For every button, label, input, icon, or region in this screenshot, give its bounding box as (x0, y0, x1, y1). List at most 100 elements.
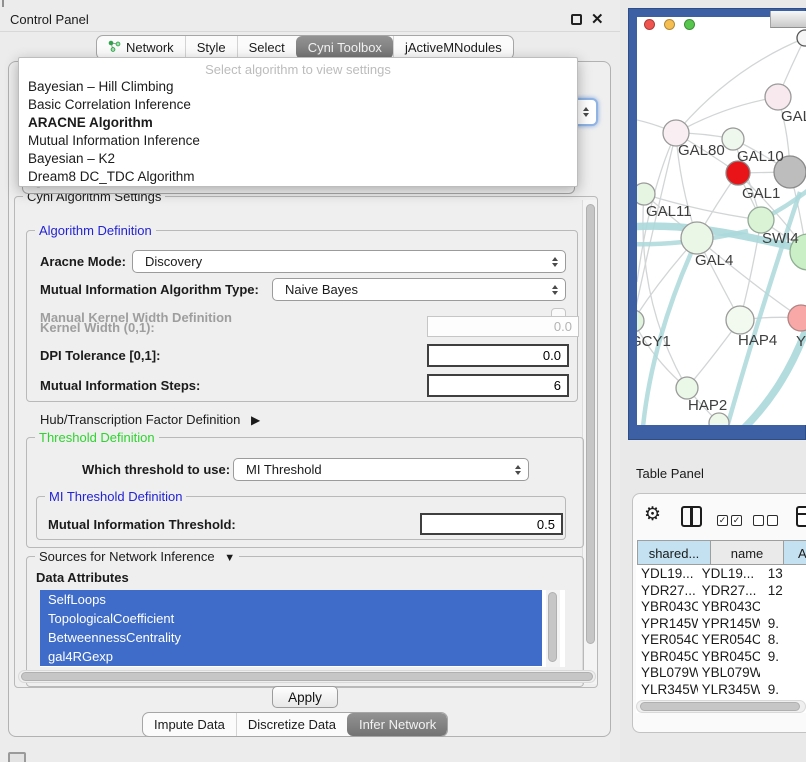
deselect-all-checkboxes-icon[interactable] (753, 512, 781, 527)
algorithm-option-bayesian-k2[interactable]: Bayesian – K2 (19, 150, 577, 168)
aracne-mode-label: Aracne Mode: (40, 254, 126, 269)
column-header-name[interactable]: name (710, 540, 784, 565)
dpi-tolerance-label: DPI Tolerance [0,1]: (40, 348, 160, 363)
table-cell[interactable] (760, 599, 806, 616)
table-cell[interactable]: YBL079W (637, 665, 698, 682)
network-icon (108, 40, 121, 55)
mi-threshold-field[interactable] (420, 513, 563, 535)
tab-jactivemnodules[interactable]: jActiveMNodules (393, 36, 513, 59)
attribute-item-selfloops[interactable]: SelfLoops (40, 590, 542, 609)
table-cell[interactable]: YPR145W (637, 616, 698, 633)
table-mode-icon[interactable] (796, 506, 806, 527)
table-cell[interactable]: YER054C (637, 632, 698, 649)
network-canvas[interactable]: GALGAL80GAL10GAL1SWI4GAL11GAL4GCY1HAP4YH… (637, 17, 806, 425)
table-cell[interactable]: YDR27... (698, 583, 760, 600)
mac-minimize-icon[interactable] (664, 19, 675, 30)
table-cell[interactable]: 9. (760, 616, 806, 633)
table-cell[interactable]: YDR27... (637, 583, 698, 600)
table-cell[interactable]: 12 (760, 583, 806, 600)
table-cell[interactable]: YBL079W (698, 665, 760, 682)
network-edge[interactable] (697, 238, 801, 318)
split-columns-icon[interactable] (681, 506, 702, 527)
kernel-width-field[interactable] (427, 316, 579, 337)
table-cell[interactable]: YDL19... (637, 566, 698, 583)
tab-network[interactable]: Network (97, 36, 185, 59)
mac-close-icon[interactable] (644, 19, 655, 30)
node-gcy1[interactable] (637, 310, 644, 332)
table-cell[interactable]: YLR345W (637, 682, 698, 699)
table-cell[interactable]: YBR043C (637, 599, 698, 616)
table-cell[interactable]: 9. (760, 682, 806, 699)
screen: Control Panel ✕ NetworkStyleSelectCyni T… (0, 0, 806, 762)
control-panel-bottom-tabs: Impute DataDiscretize DataInfer Network (142, 712, 448, 737)
stepper-icon (515, 465, 521, 475)
table-cell[interactable]: YBR045C (637, 649, 698, 666)
table-cell[interactable]: 8. (760, 632, 806, 649)
table-cell[interactable]: YBR045C (698, 649, 760, 666)
minimized-panel-icon[interactable] (8, 752, 26, 762)
settings-horizontal-scrollbar-thumb[interactable] (21, 672, 593, 681)
node-bottom-partial[interactable] (709, 413, 729, 425)
apply-button[interactable]: Apply (272, 686, 338, 708)
algorithm-option-aracne-algorithm[interactable]: ARACNE Algorithm (19, 114, 577, 132)
table-rows: YDL19...YDL19...13YDR27...YDR27...12YBR0… (637, 566, 806, 706)
algorithm-option-mutual-information-inference[interactable]: Mutual Information Inference (19, 132, 577, 150)
table-cell[interactable]: 9. (760, 649, 806, 666)
column-header-shared-[interactable]: shared... (637, 540, 711, 565)
mi-algorithm-type-combo[interactable]: Naive Bayes (272, 278, 566, 301)
table-cell[interactable] (760, 665, 806, 682)
node-top-partial[interactable] (797, 30, 806, 46)
stepper-icon (552, 285, 558, 295)
mi-steps-field[interactable] (427, 374, 569, 397)
dpi-tolerance-field[interactable] (427, 344, 569, 367)
select-all-checkboxes-icon[interactable]: ✓✓ (717, 512, 745, 527)
table-cell[interactable]: YLR345W (698, 682, 760, 699)
node-gal4[interactable] (681, 222, 713, 254)
which-threshold-combo[interactable]: MI Threshold (233, 458, 529, 481)
close-icon[interactable]: ✕ (591, 10, 604, 28)
mac-zoom-icon[interactable] (684, 19, 695, 30)
sources-title[interactable]: Sources for Network Inference ▼ (35, 549, 239, 566)
table-cell[interactable]: YPR145W (698, 616, 760, 633)
tab-impute-data[interactable]: Impute Data (143, 713, 236, 736)
settings-vertical-scrollbar (582, 200, 597, 684)
tab-select[interactable]: Select (237, 36, 296, 59)
node-salmon[interactable] (788, 305, 806, 331)
control-panel-title: Control Panel (10, 12, 89, 27)
tab-infer-network[interactable]: Infer Network (347, 713, 447, 736)
table-cell[interactable]: YBR043C (698, 599, 760, 616)
attribute-item-gal4rgexp[interactable]: gal4RGexp (40, 647, 542, 666)
algorithm-option-dream8-dc-tdc-algorithm[interactable]: Dream8 DC_TDC Algorithm (19, 168, 577, 186)
node-gal11[interactable] (637, 183, 655, 205)
network-edge[interactable] (676, 97, 778, 133)
tab-cyni-toolbox[interactable]: Cyni Toolbox (296, 36, 393, 59)
node-hap4[interactable] (726, 306, 754, 334)
table-cell[interactable]: 13 (760, 566, 806, 583)
aracne-mode-combo[interactable]: Discovery (132, 250, 566, 273)
table-horizontal-scrollbar-thumb[interactable] (640, 702, 800, 711)
algorithm-option-bayesian-hill-climbing[interactable]: Bayesian – Hill Climbing (19, 78, 577, 96)
list-scrollbar-thumb[interactable] (548, 592, 557, 662)
node-gal-pink[interactable] (765, 84, 791, 110)
gear-icon[interactable]: ⚙ (644, 505, 661, 525)
tab-discretize-data[interactable]: Discretize Data (236, 713, 347, 736)
attribute-item-topologicalcoefficient[interactable]: TopologicalCoefficient (40, 609, 542, 628)
threshold-definition-title: Threshold Definition (35, 430, 159, 445)
table-cell[interactable]: YDL19... (698, 566, 760, 583)
label-gal4: GAL4 (695, 252, 733, 269)
column-header-a[interactable]: A (783, 540, 806, 565)
float-window-icon[interactable] (571, 14, 582, 25)
stepper-icon (583, 107, 589, 117)
node-hap2[interactable] (676, 377, 698, 399)
table-row: YBR045CYBR045C9. (637, 649, 806, 666)
settings-vertical-scrollbar-thumb[interactable] (586, 204, 595, 644)
node-gal10[interactable] (722, 128, 744, 150)
attribute-item-betweennesscentrality[interactable]: BetweennessCentrality (40, 628, 542, 647)
algorithm-option-basic-correlation-inference[interactable]: Basic Correlation Inference (19, 96, 577, 114)
tab-style[interactable]: Style (185, 36, 237, 59)
network-window[interactable]: GALGAL80GAL10GAL1SWI4GAL11GAL4GCY1HAP4YH… (628, 8, 806, 440)
label-hap4: HAP4 (738, 332, 777, 349)
algorithm-definition-title: Algorithm Definition (35, 223, 156, 238)
table-cell[interactable]: YER054C (698, 632, 760, 649)
hub-definition-expander[interactable]: Hub/Transcription Factor Definition ▶ (40, 412, 260, 427)
